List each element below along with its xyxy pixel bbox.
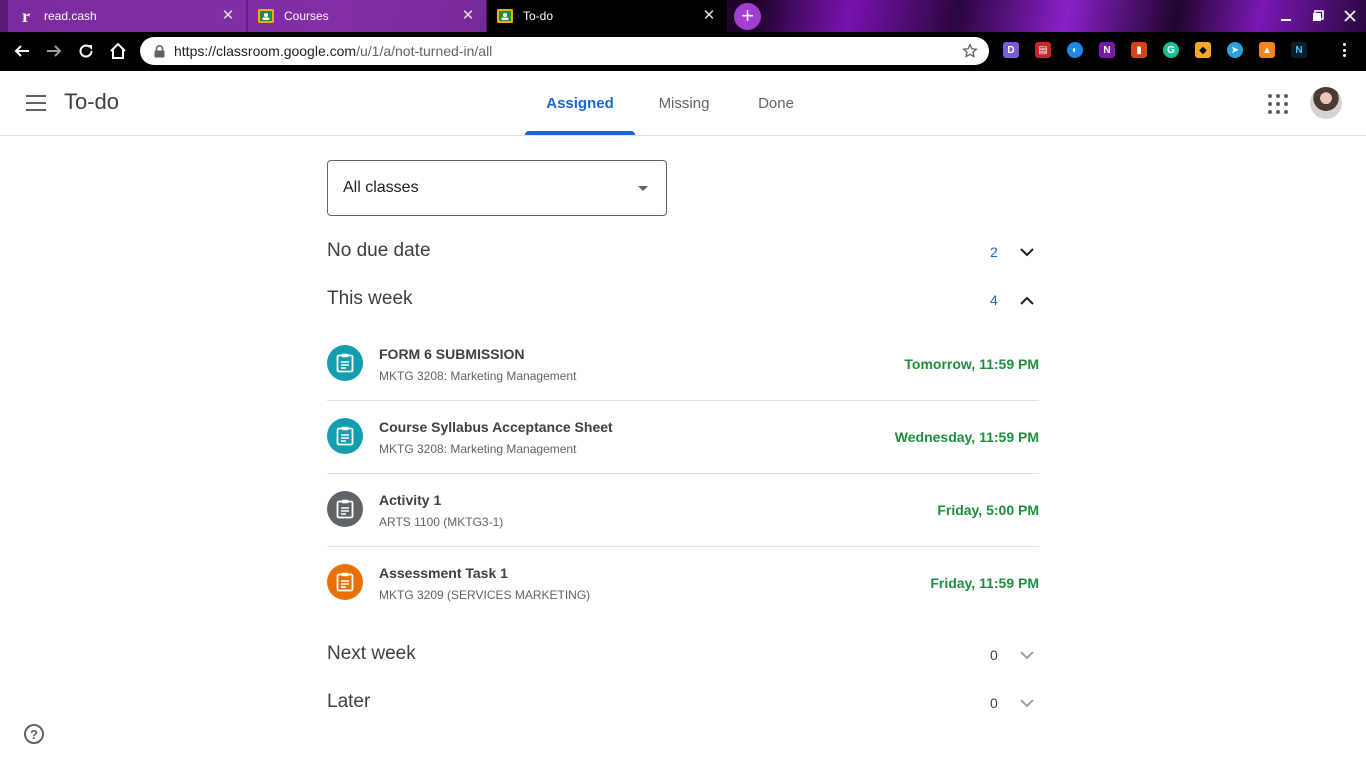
section-count: 0 [990,695,998,711]
section-no-due-date[interactable]: No due date 2 [327,238,1039,268]
chevron-down-icon[interactable] [1017,242,1037,262]
telegram-extension-icon[interactable]: ➤ [1227,42,1243,58]
classroom-favicon-icon [258,8,274,24]
assignment-title: Assessment Task 1 [379,565,508,581]
help-icon[interactable]: ? [24,724,44,744]
class-filter-value: All classes [343,179,419,196]
list-item[interactable]: FORM 6 SUBMISSION MKTG 3208: Marketing M… [327,328,1039,401]
section-this-week[interactable]: This week 4 [327,286,1039,316]
classroom-favicon-icon [497,8,513,24]
browser-tab-title: Courses [284,9,329,23]
pdf-extension-icon[interactable]: ▤ [1035,42,1051,58]
home-icon[interactable] [103,36,133,66]
address-bar[interactable]: https://classroom.google.com/u/1/a/not-t… [140,37,989,65]
url-text: https://classroom.google.com/u/1/a/not-t… [174,43,493,59]
maximize-window-icon[interactable] [1302,0,1334,32]
tab-missing[interactable]: Missing [645,71,723,135]
assignment-icon [327,418,363,454]
assignment-due: Wednesday, 11:59 PM [894,429,1039,445]
assignment-title: Course Syllabus Acceptance Sheet [379,419,613,435]
close-tab-icon[interactable]: ✕ [701,8,717,24]
assignment-due: Friday, 5:00 PM [937,502,1039,518]
reload-icon[interactable] [71,36,101,66]
minimize-window-icon[interactable] [1270,0,1302,32]
browser-tab-strip: r read.cash ✕ Courses ✕ To-do ✕ + [0,0,1366,32]
avatar[interactable] [1310,87,1342,119]
assignment-class: MKTG 3208: Marketing Management [379,442,577,456]
read-cash-favicon-icon: r [22,5,30,26]
close-tab-icon[interactable]: ✕ [220,8,236,24]
section-title: This week [327,288,413,309]
main-menu-icon[interactable] [22,93,50,113]
class-filter-select[interactable]: All classes [327,160,667,216]
list-item[interactable]: Assessment Task 1 MKTG 3209 (SERVICES MA… [327,547,1039,620]
section-title: No due date [327,240,431,261]
browser-menu-icon[interactable] [1336,41,1352,59]
assignment-due: Friday, 11:59 PM [930,575,1039,591]
app-header: To-do Assigned Missing Done [0,71,1366,136]
browser-tab-to-do[interactable]: To-do ✕ [487,0,727,32]
binance-extension-icon[interactable]: ◆ [1195,42,1211,58]
browser-tab-read-cash[interactable]: r read.cash ✕ [8,0,246,32]
section-count: 4 [990,292,998,308]
dictionary-extension-icon[interactable]: D [1003,42,1019,58]
google-apps-icon[interactable] [1268,94,1288,114]
firefox-extension-icon[interactable]: ◐ [1067,42,1083,58]
tab-done[interactable]: Done [745,71,807,135]
bookmark-star-icon[interactable] [959,40,981,62]
browser-tab-title: read.cash [44,9,97,23]
section-title: Later [327,691,371,712]
tab-assigned[interactable]: Assigned [525,71,635,135]
section-count: 0 [990,647,998,663]
onenote-extension-icon[interactable]: N [1099,42,1115,58]
chevron-up-icon[interactable] [1017,290,1037,310]
assignment-due: Tomorrow, 11:59 PM [904,356,1039,372]
assignment-title: Activity 1 [379,492,442,508]
assignment-icon [327,491,363,527]
assignment-class: MKTG 3209 (SERVICES MARKETING) [379,588,591,602]
page-title: To-do [64,89,120,114]
n-extension-icon[interactable]: N [1291,42,1307,58]
lock-icon [152,44,166,58]
grammarly-extension-icon[interactable]: G [1163,42,1179,58]
metamask-extension-icon[interactable]: ▲ [1259,42,1275,58]
close-window-icon[interactable] [1334,0,1366,32]
section-count: 2 [990,244,998,260]
section-title: Next week [327,643,416,664]
browser-tab-title: To-do [523,9,554,23]
chevron-down-icon[interactable] [1017,645,1037,665]
assignment-title: FORM 6 SUBMISSION [379,346,525,362]
book-extension-icon[interactable]: ▮ [1131,42,1147,58]
dropdown-arrow-icon [638,186,648,191]
chevron-down-icon[interactable] [1017,693,1037,713]
assignment-icon [327,564,363,600]
close-tab-icon[interactable]: ✕ [460,8,476,24]
list-item[interactable]: Activity 1 ARTS 1100 (MKTG3-1) Friday, 5… [327,474,1039,547]
back-arrow-icon[interactable] [7,36,37,66]
forward-arrow-icon[interactable] [39,36,69,66]
assignment-icon [327,345,363,381]
assignment-class: MKTG 3208: Marketing Management [379,369,577,383]
browser-tab-courses[interactable]: Courses ✕ [248,0,486,32]
section-later[interactable]: Later 0 [327,689,1039,719]
new-tab-button[interactable]: + [734,3,761,30]
section-next-week[interactable]: Next week 0 [327,641,1039,671]
assignment-class: ARTS 1100 (MKTG3-1) [379,515,504,529]
list-item[interactable]: Course Syllabus Acceptance Sheet MKTG 32… [327,401,1039,474]
